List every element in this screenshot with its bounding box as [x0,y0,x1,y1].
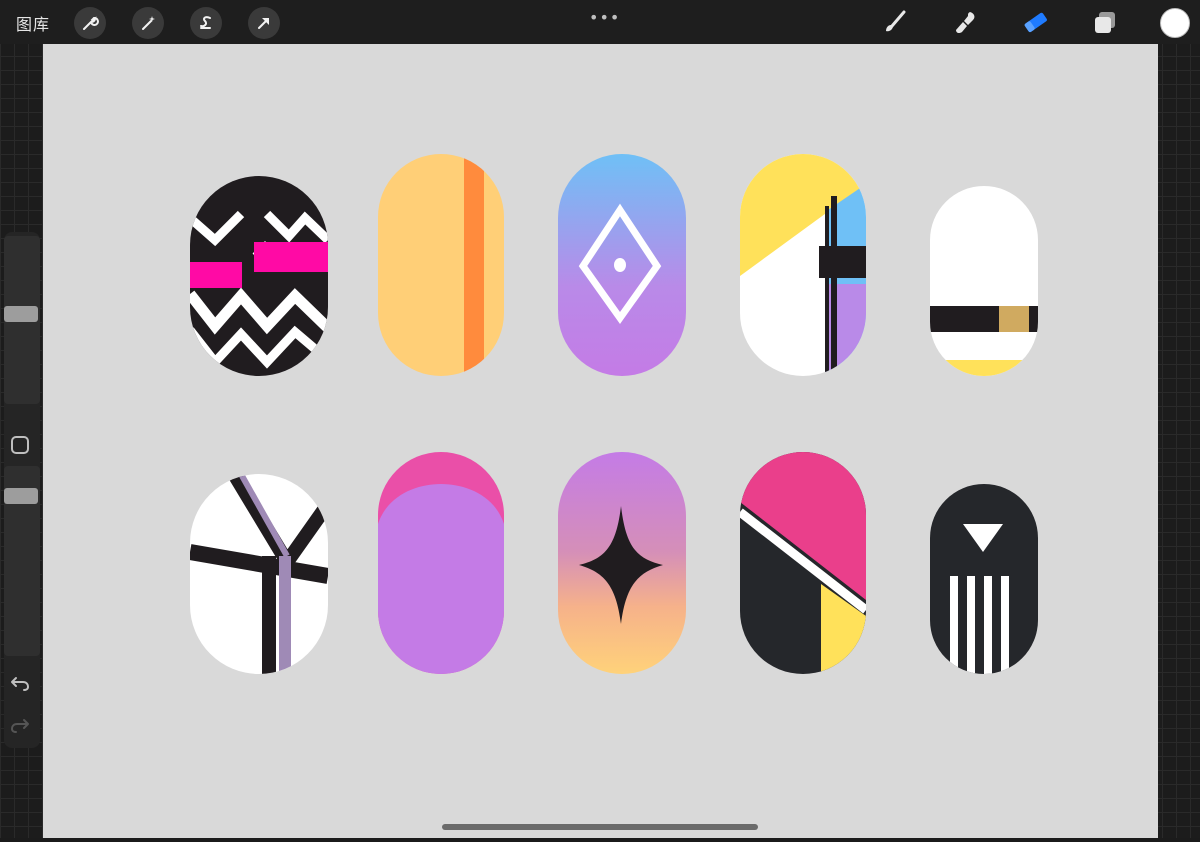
undo-icon[interactable] [10,674,30,692]
selection-icon[interactable] [190,7,222,39]
magic-wand-icon[interactable] [132,7,164,39]
modify-button[interactable] [11,436,29,454]
nail-purple-pink-tip [378,452,504,674]
nail-peach-orange-stripe [378,154,504,376]
more-menu-dots[interactable]: ••• [589,8,620,27]
home-indicator [442,824,758,830]
left-sidebar [4,232,40,748]
gallery-button[interactable]: 图库 [16,11,50,35]
transform-arrow-icon[interactable] [248,7,280,39]
brush-size-thumb[interactable] [4,306,38,322]
wrench-icon[interactable] [74,7,106,39]
nail-blue-purple-diamond [558,154,686,376]
opacity-thumb[interactable] [4,488,38,504]
nail-black-triangle-stripes [930,484,1038,674]
brush-icon[interactable] [880,8,910,38]
artwork [190,154,1038,674]
nail-gradient-star [558,452,686,674]
nail-yellow-blue-block [740,154,866,376]
nail-white-black-band [930,186,1038,376]
redo-icon[interactable] [10,716,30,734]
top-toolbar: 图库 ••• [0,0,1200,44]
drawing-canvas[interactable] [43,44,1158,838]
brush-size-slider[interactable] [4,236,40,404]
color-picker-swatch[interactable] [1160,8,1190,38]
nail-pink-black-yellow-diagonal [740,452,866,674]
nail-chevron-black-pink [190,176,328,376]
nail-white-y-lines [190,474,328,674]
layers-icon[interactable] [1090,8,1120,38]
smudge-icon[interactable] [950,8,980,38]
opacity-slider[interactable] [4,466,40,656]
eraser-icon[interactable] [1020,8,1050,38]
